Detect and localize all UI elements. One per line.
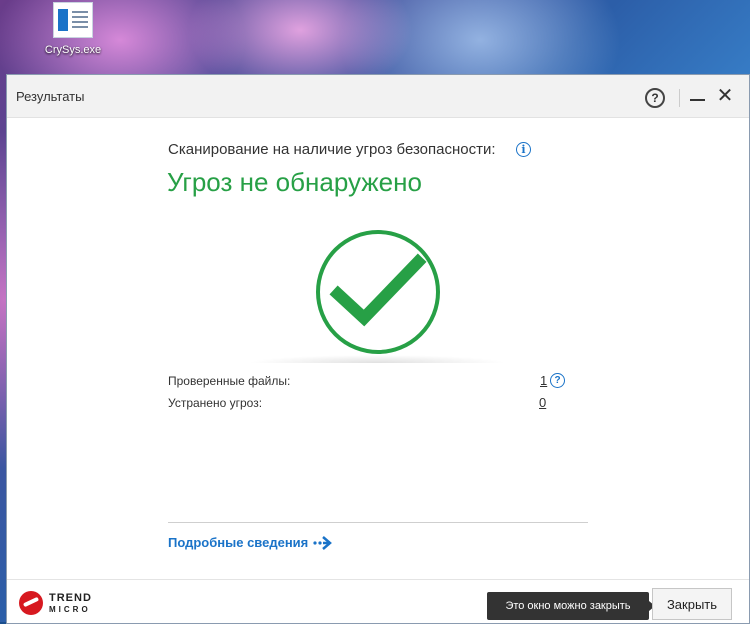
close-window-button[interactable]: ✕ [716, 85, 734, 107]
minimize-button[interactable] [690, 87, 706, 107]
scan-status: Угроз не обнаружено [167, 167, 422, 197]
close-hint-tooltip: Это окно можно закрыть [487, 592, 655, 620]
titlebar-separator [679, 89, 680, 107]
trend-micro-logo-icon [19, 591, 43, 615]
help-button[interactable]: ? [645, 88, 665, 108]
scanned-files-value[interactable]: 1 [540, 373, 547, 388]
close-button[interactable]: Закрыть [652, 588, 732, 620]
footer-divider [7, 579, 749, 580]
scanned-files-label: Проверенные файлы: [168, 374, 291, 388]
desktop-icon-label: CrySys.exe [44, 44, 102, 56]
scan-title: Сканирование на наличие угроз безопаснос… [168, 141, 496, 158]
window-title: Результаты [16, 89, 85, 104]
details-link[interactable]: Подробные сведения [168, 535, 308, 550]
check-shadow [212, 345, 542, 363]
brand-line1: TREND [49, 592, 92, 604]
trend-micro-logo: TREND MICRO [19, 591, 109, 621]
results-window: Результаты ? ✕ Сканирование на наличие у… [6, 74, 750, 624]
info-icon[interactable]: i [516, 142, 531, 157]
brand-line2: MICRO [49, 605, 91, 614]
desktop-icon-crysys[interactable]: CrySys.exe [42, 2, 104, 56]
details-divider [168, 522, 588, 523]
title-bar: Результаты ? ✕ [7, 75, 749, 118]
threats-fixed-label: Устранено угроз: [168, 396, 263, 410]
question-icon[interactable]: ? [550, 373, 565, 388]
checkmark-circle-icon [316, 230, 440, 354]
arrow-right-icon[interactable] [313, 535, 337, 551]
threats-fixed-value[interactable]: 0 [539, 395, 546, 410]
document-icon [53, 2, 93, 38]
